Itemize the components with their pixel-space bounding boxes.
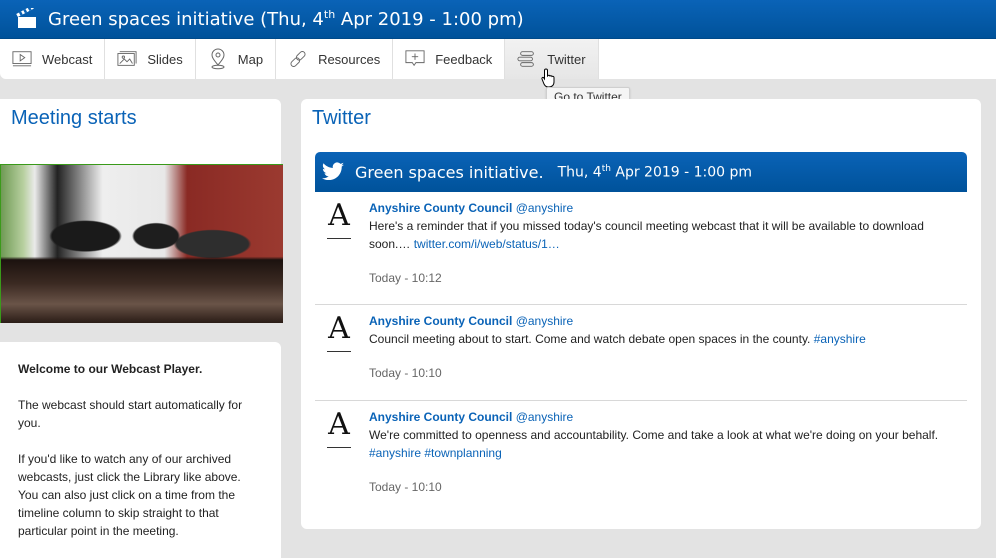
tweet-hashtags[interactable]: #anyshire #townplanning xyxy=(369,446,502,460)
tab-resources[interactable]: Resources xyxy=(276,39,394,79)
tweet-text: Council meeting about to start. Come and… xyxy=(369,332,814,346)
tweet-item: A Anyshire County Council @anyshire Coun… xyxy=(315,305,967,401)
tab-map[interactable]: Map xyxy=(196,39,277,79)
hand-cursor-icon xyxy=(541,68,555,88)
tab-resources-label: Resources xyxy=(318,51,381,67)
tweet-author[interactable]: Anyshire County Council xyxy=(369,410,512,424)
welcome-para-1: The webcast should start automatically f… xyxy=(18,398,243,430)
title-bar: Green spaces initiative (Thu, 4th Apr 20… xyxy=(0,0,996,39)
tweet-time: Today - 10:10 xyxy=(369,480,442,494)
meeting-heading: Meeting starts xyxy=(11,107,137,129)
avatar: A xyxy=(325,409,353,449)
tweet-text: We're committed to openness and accounta… xyxy=(369,428,939,442)
twitter-feed-date: Thu, 4th Apr 2019 - 1:00 pm xyxy=(557,163,753,181)
tweet-author[interactable]: Anyshire County Council xyxy=(369,201,512,215)
tab-feedback[interactable]: Feedback xyxy=(393,39,506,79)
tweet-handle[interactable]: @anyshire xyxy=(516,314,574,328)
tweet-author[interactable]: Anyshire County Council xyxy=(369,314,512,328)
tab-slides-label: Slides xyxy=(147,51,183,67)
clapperboard-icon xyxy=(16,8,36,28)
tweet-hashtag[interactable]: #anyshire xyxy=(814,332,866,346)
tweet-time: Today - 10:12 xyxy=(369,271,442,285)
twitter-feed-icon xyxy=(517,49,537,69)
meeting-title: Green spaces initiative (Thu, 4th Apr 20… xyxy=(48,8,524,30)
link-icon xyxy=(288,49,308,69)
welcome-para-2: If you'd like to watch any of our archiv… xyxy=(18,452,241,538)
tweet-time: Today - 10:10 xyxy=(369,366,442,380)
welcome-panel: Welcome to our Webcast Player. The webca… xyxy=(0,342,281,558)
tab-feedback-label: Feedback xyxy=(435,51,493,67)
tab-slides[interactable]: Slides xyxy=(105,39,196,79)
image-slides-icon xyxy=(117,49,137,69)
twitter-heading: Twitter xyxy=(312,107,371,129)
tweet-handle[interactable]: @anyshire xyxy=(516,201,574,215)
tweet-item: A Anyshire County Council @anyshire Here… xyxy=(315,192,967,305)
tab-twitter-label: Twitter xyxy=(547,51,586,67)
tweet-link[interactable]: twitter.com/i/web/status/1… xyxy=(414,237,560,251)
feedback-comment-icon xyxy=(405,49,425,69)
twitter-feed-header: Green spaces initiative. Thu, 4th Apr 20… xyxy=(315,152,967,192)
welcome-title: Welcome to our Webcast Player. xyxy=(18,362,203,376)
tweet-item: A Anyshire County Council @anyshire We'r… xyxy=(315,401,967,521)
twitter-bird-icon xyxy=(322,162,344,181)
map-pin-icon xyxy=(208,48,228,70)
tab-webcast-label: Webcast xyxy=(42,51,93,67)
tweet-list: A Anyshire County Council @anyshire Here… xyxy=(315,192,967,521)
twitter-feed-title: Green spaces initiative. xyxy=(355,162,544,182)
meeting-panel: Meeting starts xyxy=(0,99,283,323)
tab-map-label: Map xyxy=(237,51,264,67)
avatar: A xyxy=(325,313,353,353)
meeting-photo xyxy=(0,164,283,323)
tab-webcast[interactable]: Webcast xyxy=(0,39,106,79)
video-player-icon xyxy=(12,49,32,69)
avatar: A xyxy=(325,200,353,240)
nav-bar: Webcast Slides Map Resources Feedback Tw… xyxy=(0,39,996,79)
twitter-panel: Twitter Green spaces initiative. Thu, 4t… xyxy=(301,99,981,529)
tweet-handle[interactable]: @anyshire xyxy=(516,410,574,424)
